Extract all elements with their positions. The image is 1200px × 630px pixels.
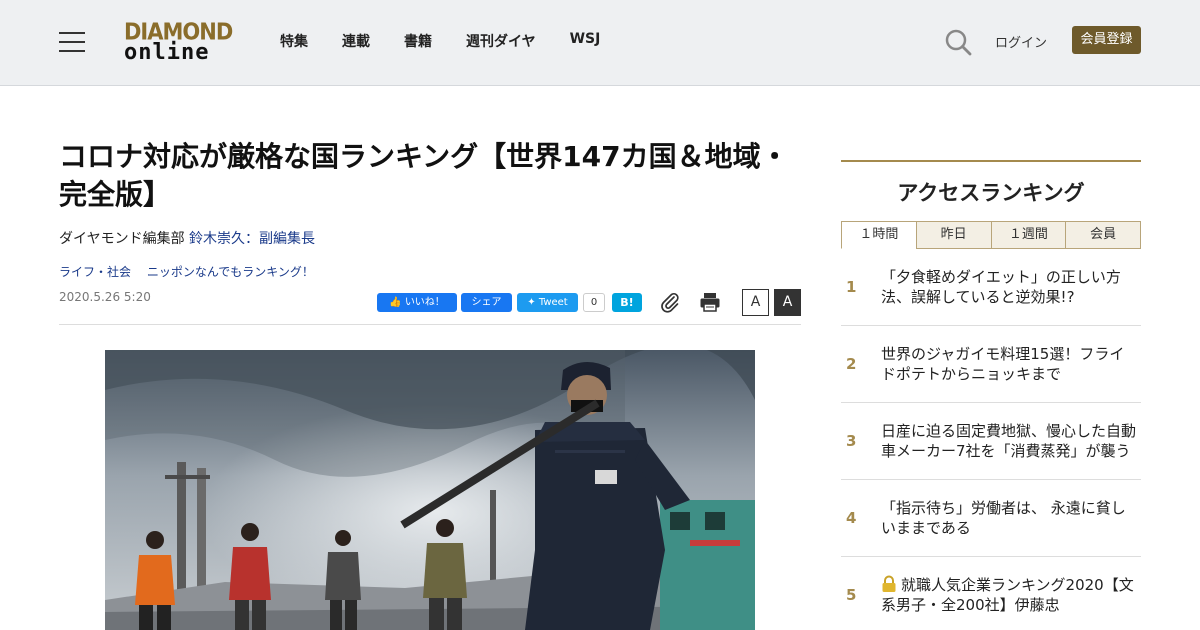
- hatena-bookmark-button[interactable]: B!: [612, 293, 642, 312]
- tab-members[interactable]: 会員: [1065, 221, 1141, 249]
- rank-number: 5: [846, 586, 857, 604]
- bird-icon: ✦: [527, 297, 536, 308]
- menu-icon[interactable]: [59, 32, 85, 52]
- login-link[interactable]: ログイン: [995, 32, 1047, 51]
- nav-item-books[interactable]: 書籍: [404, 31, 432, 51]
- tweet-count: 0: [583, 293, 605, 312]
- site-header: DIAMOND online 特集 連載 書籍 週刊ダイヤ WSJ ログイン 会…: [0, 0, 1200, 86]
- rank-number: 4: [846, 509, 857, 527]
- ranking-title: アクセスランキング: [897, 181, 1085, 205]
- rank-number: 3: [846, 432, 857, 450]
- register-button[interactable]: 会員登録: [1072, 26, 1141, 54]
- facebook-like-button[interactable]: 👍 いいね！: [377, 293, 457, 312]
- article-divider: [59, 324, 801, 325]
- ranking-item[interactable]: 4 「指示待ち」労働者は、 永遠に貧しいままである: [841, 480, 1141, 557]
- tweet-label: Tweet: [538, 297, 568, 308]
- search-icon[interactable]: [944, 28, 972, 56]
- nav-item-weekly-diamond[interactable]: 週刊ダイヤ: [466, 31, 536, 51]
- ranking-item[interactable]: 5 就職人気企業ランキング2020【文系男子・全200社】伊藤忠: [841, 557, 1141, 630]
- ranking-tabs: １時間 昨日 １週間 会員: [841, 221, 1141, 249]
- article-photo: [105, 350, 755, 630]
- site-logo[interactable]: DIAMOND online: [124, 18, 233, 66]
- byline: ダイヤモンド編集部 鈴木崇久：副編集長: [59, 228, 315, 248]
- byline-department: ダイヤモンド編集部: [59, 231, 185, 247]
- author-link[interactable]: 鈴木崇久：副編集長: [189, 231, 315, 247]
- lock-icon: [882, 575, 896, 592]
- access-ranking-sidebar: アクセスランキング １時間 昨日 １週間 会員 1 「夕食軽めダイエット」の正し…: [841, 160, 1141, 630]
- photo-illustration: [105, 350, 755, 630]
- like-label: いいね！: [404, 297, 445, 308]
- rank-number: 2: [846, 355, 857, 373]
- publish-date: 2020.5.26 5:20: [59, 290, 151, 304]
- rank-headline[interactable]: 「夕食軽めダイエット」の正しい方法、誤解していると逆効果!?: [881, 268, 1121, 306]
- sidebar-top-rule: [841, 160, 1141, 162]
- paperclip-icon[interactable]: [659, 291, 681, 313]
- ranking-item[interactable]: 1 「夕食軽めダイエット」の正しい方法、誤解していると逆効果!?: [841, 249, 1141, 326]
- tweet-button[interactable]: ✦ Tweet: [517, 293, 578, 312]
- rank-headline[interactable]: 就職人気企業ランキング2020【文系男子・全200社】伊藤忠: [881, 576, 1134, 614]
- ranking-item[interactable]: 2 世界のジャガイモ料理15選！フライドポテトからニョッキまで: [841, 326, 1141, 403]
- thumbs-up-icon: 👍: [389, 297, 402, 308]
- ranking-list: 1 「夕食軽めダイエット」の正しい方法、誤解していると逆効果!? 2 世界のジャ…: [841, 249, 1141, 630]
- print-icon[interactable]: [699, 291, 721, 313]
- rank-headline[interactable]: 世界のジャガイモ料理15選！フライドポテトからニョッキまで: [881, 345, 1124, 383]
- rank-headline[interactable]: 「指示待ち」労働者は、 永遠に貧しいままである: [881, 499, 1126, 537]
- rank-number: 1: [846, 278, 857, 296]
- share-toolbar: 👍 いいね！ シェア ✦ Tweet 0 B! A A: [377, 289, 801, 316]
- font-size-large-button[interactable]: A: [774, 289, 801, 316]
- facebook-share-button[interactable]: シェア: [461, 293, 512, 312]
- tab-1-hour[interactable]: １時間: [841, 221, 917, 249]
- tab-1-week[interactable]: １週間: [990, 221, 1067, 249]
- tag-ranking-series[interactable]: ニッポンなんでもランキング！: [147, 265, 314, 279]
- nav-item-series[interactable]: 連載: [342, 31, 370, 51]
- tag-list: ライフ・社会 ニッポンなんでもランキング！: [59, 263, 326, 280]
- logo-text-top: DIAMOND: [124, 18, 233, 45]
- nav-item-wsj[interactable]: WSJ: [570, 31, 601, 51]
- main-nav: 特集 連載 書籍 週刊ダイヤ WSJ: [280, 31, 634, 51]
- ranking-item[interactable]: 3 日産に迫る固定費地獄、慢心した自動車メーカー7社を「消費蒸発」が襲う: [841, 403, 1141, 480]
- font-size-normal-button[interactable]: A: [742, 289, 769, 316]
- article-title: コロナ対応が厳格な国ランキング【世界147カ国＆地域・完全版】: [59, 140, 789, 211]
- logo-text-bottom: online: [124, 40, 210, 65]
- rank-headline[interactable]: 日産に迫る固定費地獄、慢心した自動車メーカー7社を「消費蒸発」が襲う: [881, 422, 1136, 460]
- nav-item-features[interactable]: 特集: [280, 31, 308, 51]
- tab-yesterday[interactable]: 昨日: [915, 221, 992, 249]
- tag-life-society[interactable]: ライフ・社会: [59, 265, 131, 279]
